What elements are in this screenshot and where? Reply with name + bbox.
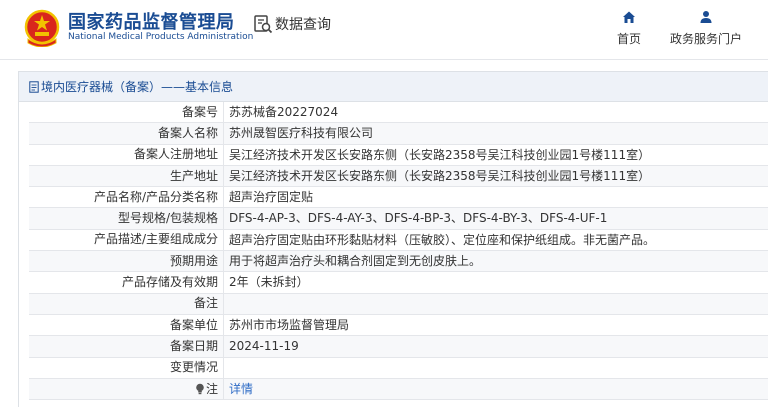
panel-title: 境内医疗器械（备案）——基本信息: [41, 80, 234, 94]
nav-service-portal-label: 政务服务门户: [670, 32, 743, 46]
table-row: 备案人名称 苏州晟智医疗科技有限公司: [29, 123, 768, 145]
field-label: 生产地址: [29, 165, 224, 187]
field-value: [224, 294, 229, 314]
field-value: [224, 358, 229, 378]
document-search-icon: [254, 15, 273, 34]
data-query-link[interactable]: 数据查询: [253, 14, 331, 34]
field-label: 备案人注册地址: [29, 144, 224, 165]
table-row: 变更情况: [29, 357, 768, 379]
field-label: 备案单位: [29, 314, 224, 336]
data-query-label: 数据查询: [275, 17, 331, 33]
field-value: 吴江经济技术开发区长安路东侧（长安路2358号吴江科技创业园1号楼111室）: [229, 168, 651, 183]
field-label: 备案日期: [29, 336, 224, 357]
field-label: 型号规格/包装规格: [29, 208, 224, 229]
field-label: 备案号: [29, 102, 224, 123]
table-row: 备注: [29, 293, 768, 315]
field-value: DFS-4-AP-3、DFS-4-AY-3、DFS-4-BP-3、DFS-4-B…: [229, 211, 608, 226]
site-title: 国家药品监督管理局: [68, 12, 235, 33]
table-row: 备案单位 苏州市市场监督管理局: [29, 314, 768, 337]
nav-home[interactable]: 首页: [617, 10, 641, 47]
info-table: 备案号 苏苏械备20227024 备案人名称 苏州晟智医疗科技有限公司 备案人注…: [19, 102, 768, 401]
field-label: 预期用途: [29, 251, 224, 272]
field-value: 吴江经济技术开发区长安路东侧（长安路2358号吴江科技创业园1号楼111室）: [229, 147, 651, 162]
table-row: 备案日期 2024-11-19: [29, 336, 768, 358]
table-row: 备案号 苏苏械备20227024: [29, 102, 768, 124]
site-header: 国家药品监督管理局 National Medical Products Admi…: [0, 0, 768, 60]
details-link[interactable]: 详情: [224, 379, 253, 399]
table-row: 型号规格/包装规格 DFS-4-AP-3、DFS-4-AY-3、DFS-4-BP…: [29, 208, 768, 230]
field-label: 产品存储及有效期: [29, 272, 224, 293]
field-value: 苏苏械备20227024: [229, 105, 339, 119]
note-label: 注: [205, 381, 218, 396]
nav-home-label: 首页: [617, 32, 642, 46]
field-value: 2年（未拆封）: [229, 275, 309, 290]
site-subtitle: National Medical Products Administration: [68, 32, 254, 42]
panel-header: 境内医疗器械（备案）——基本信息: [19, 72, 768, 102]
field-value: 苏州市市场监督管理局: [229, 317, 350, 332]
table-row: 产品描述/主要组成成分 超声治疗固定贴由环形黏贴材料（压敏胶）、定位座和保护纸组…: [29, 229, 768, 252]
lightbulb-icon: [196, 383, 204, 395]
field-value: 超声治疗固定贴由环形黏贴材料（压敏胶）、定位座和保护纸组成。非无菌产品。: [229, 232, 656, 247]
table-row: 预期用途 用于将超声治疗头和耦合剂固定到无创皮肤上。: [29, 251, 768, 273]
nav-service-portal[interactable]: 政务服务门户: [670, 10, 742, 47]
record-panel: 境内医疗器械（备案）——基本信息 备案号 苏苏械备20227024 备案人名称 …: [18, 71, 768, 407]
field-value: 用于将超声治疗头和耦合剂固定到无创皮肤上。: [229, 254, 482, 269]
field-label: 产品描述/主要组成成分: [29, 229, 224, 251]
field-value: 2024-11-19: [229, 339, 299, 354]
national-emblem-icon: [24, 9, 60, 47]
home-icon: [623, 11, 635, 23]
field-label: 备注: [29, 293, 224, 314]
field-label: 备案人名称: [29, 123, 224, 144]
user-icon: [700, 11, 712, 23]
field-value: 超声治疗固定贴: [229, 190, 314, 205]
table-row: 产品存储及有效期 2年（未拆封）: [29, 272, 768, 294]
field-label: 产品名称/产品分类名称: [29, 187, 224, 208]
field-value: 苏州晟智医疗科技有限公司: [229, 126, 374, 141]
table-row: 备案人注册地址 吴江经济技术开发区长安路东侧（长安路2358号吴江科技创业园1号…: [29, 144, 768, 166]
table-row: 产品名称/产品分类名称 超声治疗固定贴: [29, 187, 768, 209]
document-icon: [29, 80, 39, 93]
field-label: 变更情况: [29, 357, 224, 378]
field-label-note: 注: [29, 378, 224, 400]
table-row: 生产地址 吴江经济技术开发区长安路东侧（长安路2358号吴江科技创业园1号楼11…: [29, 165, 768, 188]
table-row: 注 详情: [29, 378, 768, 401]
